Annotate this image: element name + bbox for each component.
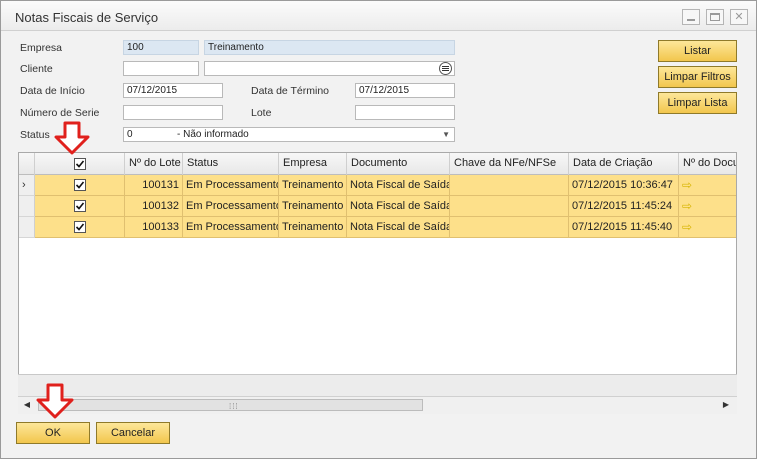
close-button[interactable]: ✕ [730, 9, 748, 25]
row-header[interactable] [19, 196, 35, 217]
check-icon [75, 181, 84, 189]
cliente-name-field[interactable] [204, 61, 455, 76]
cell-documento: Nota Fiscal de Saída [347, 175, 450, 196]
horizontal-scrollbar[interactable]: ◀ ⁞⁞⁞ ▶ [18, 396, 737, 414]
select-all-checkbox[interactable] [73, 158, 86, 170]
cell-status: Em Processamento [183, 175, 279, 196]
minimize-button[interactable] [682, 9, 700, 25]
limpar-filtros-button[interactable]: Limpar Filtros [658, 66, 737, 88]
column-header-lote[interactable]: Nº do Lote [125, 153, 183, 175]
cell-data-criacao: 07/12/2015 10:36:47 [569, 175, 679, 196]
check-icon [75, 223, 84, 231]
cell-lote: 100132 [125, 196, 183, 217]
row-checkbox[interactable] [73, 179, 86, 191]
data-inicio-label: Data de Início [20, 85, 85, 97]
grid-header: Nº do Lote Status Empresa Documento Chav… [19, 153, 736, 175]
cell-empresa: Treinamento [279, 196, 347, 217]
maximize-icon [710, 13, 720, 21]
scroll-thumb[interactable]: ⁞⁞⁞ [38, 399, 423, 411]
scroll-left-icon[interactable]: ◀ [20, 398, 34, 412]
select-all-column[interactable] [35, 153, 125, 175]
row-checkbox[interactable] [73, 200, 86, 212]
grip-icon: ⁞⁞⁞ [229, 402, 239, 411]
row-checkbox[interactable] [73, 221, 86, 233]
cell-numero-documento[interactable]: ⇨ [679, 196, 736, 217]
lote-field[interactable] [355, 105, 455, 120]
cell-chave [450, 217, 569, 238]
close-icon: ✕ [734, 11, 744, 23]
data-termino-label: Data de Término [251, 85, 330, 97]
cell-lote: 100133 [125, 217, 183, 238]
empresa-label: Empresa [20, 42, 63, 54]
scroll-right-icon[interactable]: ▶ [719, 398, 733, 412]
row-header[interactable]: › [19, 175, 35, 196]
cell-numero-documento[interactable]: ⇨ [679, 175, 736, 196]
link-arrow-icon[interactable]: ⇨ [682, 178, 692, 192]
cell-chave [450, 196, 569, 217]
cliente-label: Cliente [20, 63, 53, 75]
numero-serie-field[interactable] [123, 105, 223, 120]
column-header-chave[interactable]: Chave da NFe/NFSe [450, 153, 569, 175]
cell-chave [450, 175, 569, 196]
red-down-arrow-icon [36, 383, 74, 419]
limpar-lista-button[interactable]: Limpar Lista [658, 92, 737, 114]
cell-data-criacao: 07/12/2015 11:45:40 [569, 217, 679, 238]
cell-lote: 100131 [125, 175, 183, 196]
cell-empresa: Treinamento [279, 175, 347, 196]
table-row[interactable]: 100133 Em Processamento Treinamento Nota… [19, 217, 736, 238]
cell-numero-documento[interactable]: ⇨ [679, 217, 736, 238]
listar-button[interactable]: Listar [658, 40, 737, 62]
link-arrow-icon[interactable]: ⇨ [682, 199, 692, 213]
status-select[interactable]: 0 - Não informado ▼ [123, 127, 455, 142]
status-code: 0 [127, 129, 133, 140]
status-text: - Não informado [177, 129, 249, 140]
red-down-arrow-icon [54, 121, 90, 155]
cell-documento: Nota Fiscal de Saída [347, 217, 450, 238]
cell-status: Em Processamento [183, 196, 279, 217]
data-termino-field[interactable]: 07/12/2015 [355, 83, 455, 98]
maximize-button[interactable] [706, 9, 724, 25]
cliente-code-field[interactable] [123, 61, 199, 76]
ok-button[interactable]: OK [16, 422, 90, 444]
table-row[interactable]: › 100131 Em Processamento Treinamento No… [19, 175, 736, 196]
check-icon [75, 160, 84, 168]
cancelar-button[interactable]: Cancelar [96, 422, 170, 444]
cell-data-criacao: 07/12/2015 11:45:24 [569, 196, 679, 217]
table-row[interactable]: 100132 Em Processamento Treinamento Nota… [19, 196, 736, 217]
column-header-data-criacao[interactable]: Data de Criação [569, 153, 679, 175]
dialog-window: Notas Fiscais de Serviço ✕ Empresa 100 T… [0, 0, 757, 459]
row-header-corner [19, 153, 35, 175]
minimize-icon [687, 19, 695, 21]
data-inicio-field[interactable]: 07/12/2015 [123, 83, 223, 98]
chevron-down-icon: ▼ [442, 130, 450, 139]
empresa-name-field[interactable]: Treinamento [204, 40, 455, 55]
row-select-cell[interactable] [35, 175, 125, 196]
window-title: Notas Fiscais de Serviço [15, 10, 159, 25]
title-bar[interactable]: Notas Fiscais de Serviço ✕ [1, 1, 756, 31]
column-header-documento[interactable]: Documento [347, 153, 450, 175]
cell-status: Em Processamento [183, 217, 279, 238]
row-select-cell[interactable] [35, 196, 125, 217]
chevron-right-icon: › [22, 179, 26, 191]
link-arrow-icon[interactable]: ⇨ [682, 220, 692, 234]
lote-label: Lote [251, 107, 272, 119]
grid-footer-bar [18, 374, 737, 396]
column-header-status[interactable]: Status [183, 153, 279, 175]
empresa-code-field[interactable]: 100 [123, 40, 199, 55]
row-select-cell[interactable] [35, 217, 125, 238]
column-header-numero-documento[interactable]: Nº do Docu [679, 153, 736, 175]
list-picker-icon[interactable] [439, 62, 452, 75]
column-header-empresa[interactable]: Empresa [279, 153, 347, 175]
check-icon [75, 202, 84, 210]
numero-serie-label: Número de Serie [20, 107, 100, 119]
cell-empresa: Treinamento [279, 217, 347, 238]
cell-documento: Nota Fiscal de Saída [347, 196, 450, 217]
status-label: Status [20, 129, 50, 141]
row-header[interactable] [19, 217, 35, 238]
